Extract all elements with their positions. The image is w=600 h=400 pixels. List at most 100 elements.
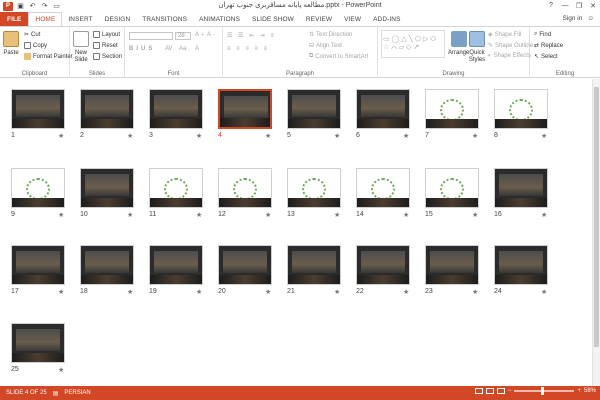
transition-star-icon[interactable]: ★ xyxy=(58,132,64,140)
transition-star-icon[interactable]: ★ xyxy=(127,132,133,140)
replace-button[interactable]: ⇄ Replace xyxy=(534,42,563,50)
slide-thumbnail[interactable] xyxy=(287,168,341,208)
language-status[interactable]: PERSIAN xyxy=(58,390,96,396)
format-painter-button[interactable]: Format Painter xyxy=(24,53,73,60)
tab-transitions[interactable]: TRANSITIONS xyxy=(136,12,193,26)
slide-thumbnail[interactable] xyxy=(11,168,65,208)
slide-thumbnail[interactable] xyxy=(149,89,203,129)
transition-star-icon[interactable]: ★ xyxy=(127,211,133,219)
slide-thumbnail[interactable] xyxy=(287,89,341,129)
cut-button[interactable]: ✂ Cut xyxy=(24,31,40,39)
transition-star-icon[interactable]: ★ xyxy=(58,211,64,219)
font-name-combo[interactable] xyxy=(129,32,173,40)
transition-star-icon[interactable]: ★ xyxy=(472,288,478,296)
zoom-slider-knob[interactable] xyxy=(541,387,545,395)
close-icon[interactable]: ✕ xyxy=(586,0,600,11)
transition-star-icon[interactable]: ★ xyxy=(196,211,202,219)
tab-animations[interactable]: ANIMATIONS xyxy=(193,12,246,26)
shape-outline-button[interactable]: ✎ Shape Outline xyxy=(488,42,533,50)
change-case-icon[interactable]: Aa xyxy=(179,46,186,52)
list-icons[interactable]: ☰ ☰ ⇤ ⇥ ≡ xyxy=(227,32,276,39)
transition-star-icon[interactable]: ★ xyxy=(58,366,64,374)
slide-thumbnail[interactable] xyxy=(149,245,203,285)
char-spacing-icon[interactable]: AV xyxy=(165,46,173,52)
transition-star-icon[interactable]: ★ xyxy=(58,288,64,296)
slide-thumbnail[interactable] xyxy=(425,89,479,129)
normal-view-icon[interactable] xyxy=(474,388,483,394)
transition-star-icon[interactable]: ★ xyxy=(196,132,202,140)
reading-view-icon[interactable] xyxy=(496,388,505,394)
convert-smartart-button[interactable]: ⧉ Convert to SmartArt xyxy=(309,53,368,60)
slide-thumbnail[interactable] xyxy=(80,89,134,129)
transition-star-icon[interactable]: ★ xyxy=(334,211,340,219)
slide-thumbnail[interactable] xyxy=(11,245,65,285)
align-icons[interactable]: ≡ ≡ ≡ ≡ ≡ xyxy=(227,46,269,52)
signin-link[interactable]: Sign in xyxy=(562,15,582,22)
transition-star-icon[interactable]: ★ xyxy=(334,288,340,296)
powerpoint-app-icon[interactable]: P xyxy=(3,1,13,11)
slide-thumbnail[interactable] xyxy=(80,245,134,285)
tab-design[interactable]: DESIGN xyxy=(99,12,137,26)
slide-thumbnail[interactable] xyxy=(494,168,548,208)
transition-star-icon[interactable]: ★ xyxy=(472,211,478,219)
undo-icon[interactable]: ↶ xyxy=(28,2,37,11)
font-size-combo[interactable]: 28 xyxy=(175,32,191,40)
transition-star-icon[interactable]: ★ xyxy=(265,132,271,140)
transition-star-icon[interactable]: ★ xyxy=(403,132,409,140)
find-button[interactable]: ⌕ Find xyxy=(534,31,551,38)
tab-review[interactable]: REVIEW xyxy=(300,12,338,26)
grow-font-icon[interactable]: A + xyxy=(195,32,204,38)
help-icon[interactable]: ? xyxy=(544,0,558,11)
slide-thumbnail[interactable] xyxy=(218,168,272,208)
transition-star-icon[interactable]: ★ xyxy=(265,288,271,296)
select-button[interactable]: ↖ Select xyxy=(534,53,558,61)
quick-styles-button[interactable]: Quick Styles xyxy=(468,31,486,64)
tab-add-ins[interactable]: ADD-INS xyxy=(367,12,406,26)
slide-thumbnail[interactable] xyxy=(494,89,548,129)
font-format-icons[interactable]: BIUS xyxy=(129,46,155,52)
font-color-icon[interactable]: A xyxy=(195,46,199,52)
zoom-in-button[interactable]: + xyxy=(577,388,581,394)
redo-icon[interactable]: ↷ xyxy=(40,2,49,11)
tab-slide-show[interactable]: SLIDE SHOW xyxy=(246,12,300,26)
layout-button[interactable]: Layout xyxy=(93,31,120,38)
section-button[interactable]: Section xyxy=(93,53,122,60)
new-slide-button[interactable]: New Slide xyxy=(72,31,90,64)
slide-thumbnail[interactable] xyxy=(356,89,410,129)
text-direction-button[interactable]: ⇅ Text Direction xyxy=(309,31,352,39)
slide-thumbnail[interactable] xyxy=(287,245,341,285)
shapes-gallery[interactable]: ▭ ◯ △ ╲ ⬠ ▷ ⬭ ☆ ⌒ ▱ ◇ ↗ xyxy=(381,30,445,58)
slide-thumbnail[interactable] xyxy=(11,89,65,129)
reset-button[interactable]: Reset xyxy=(93,42,118,49)
slide-thumbnail[interactable] xyxy=(80,168,134,208)
tab-insert[interactable]: INSERT xyxy=(62,12,98,26)
tab-file[interactable]: FILE xyxy=(0,12,29,26)
user-icon[interactable]: ☺ xyxy=(587,15,594,22)
transition-star-icon[interactable]: ★ xyxy=(472,132,478,140)
shape-fill-button[interactable]: ◈ Shape Fill xyxy=(488,31,521,39)
slide-thumbnail[interactable] xyxy=(149,168,203,208)
arrange-button[interactable]: Arrange xyxy=(448,31,469,56)
restore-icon[interactable]: ❐ xyxy=(572,0,586,11)
save-icon[interactable]: ▣ xyxy=(16,2,25,11)
zoom-slider[interactable] xyxy=(514,387,575,395)
slide-thumbnail[interactable] xyxy=(218,245,272,285)
tab-view[interactable]: VIEW xyxy=(338,12,367,26)
transition-star-icon[interactable]: ★ xyxy=(541,288,547,296)
transition-star-icon[interactable]: ★ xyxy=(196,288,202,296)
align-text-button[interactable]: ⊟ Align Text xyxy=(309,42,342,50)
slide-thumbnail[interactable] xyxy=(425,168,479,208)
transition-star-icon[interactable]: ★ xyxy=(403,288,409,296)
zoom-level[interactable]: 58% xyxy=(584,388,596,394)
scrollbar-thumb[interactable] xyxy=(594,87,599,347)
zoom-out-button[interactable]: − xyxy=(508,388,512,394)
slide-thumbnail[interactable] xyxy=(356,245,410,285)
transition-star-icon[interactable]: ★ xyxy=(541,132,547,140)
slide-thumbnail[interactable] xyxy=(11,323,65,363)
slide-thumbnail[interactable] xyxy=(218,89,272,129)
transition-star-icon[interactable]: ★ xyxy=(265,211,271,219)
minimize-icon[interactable]: — xyxy=(558,0,572,11)
paste-button[interactable]: Paste xyxy=(3,31,19,56)
slideshow-icon[interactable]: ▭ xyxy=(52,2,61,11)
sorter-view-icon[interactable] xyxy=(485,388,494,394)
